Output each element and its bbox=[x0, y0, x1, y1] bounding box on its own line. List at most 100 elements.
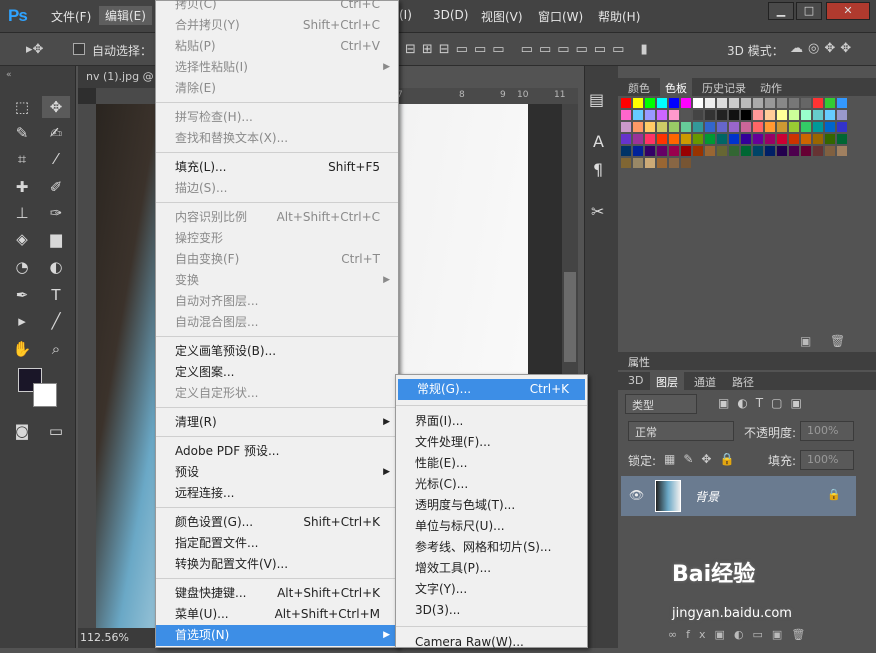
minimize-button[interactable]: ▁ bbox=[768, 2, 794, 20]
color-swatch[interactable] bbox=[753, 134, 763, 144]
eyedropper-icon[interactable]: ⁄ bbox=[42, 148, 70, 170]
edit-menu-item[interactable]: 选择性粘贴(I) ▶ bbox=[156, 57, 398, 78]
color-swatch[interactable] bbox=[705, 110, 715, 120]
layer-row-background[interactable]: 👁 背景 🔒 bbox=[621, 476, 856, 516]
color-swatch[interactable] bbox=[801, 98, 811, 108]
color-swatch[interactable] bbox=[717, 122, 727, 132]
color-swatch[interactable] bbox=[837, 134, 847, 144]
color-swatch[interactable] bbox=[681, 146, 691, 156]
preferences-menu-item[interactable]: 界面(I)... bbox=[396, 411, 587, 432]
color-swatch[interactable] bbox=[741, 146, 751, 156]
layer-footer-icons[interactable]: ∞fx▣◐▭▣🗑 bbox=[668, 628, 814, 641]
preferences-menu-item[interactable]: 3D(3)... bbox=[396, 600, 587, 621]
color-swatch[interactable] bbox=[741, 134, 751, 144]
quick-mask-icon[interactable]: ◙ bbox=[8, 420, 36, 442]
tab-actions[interactable]: 动作 bbox=[760, 80, 782, 96]
eraser-icon[interactable]: ◈ bbox=[8, 228, 36, 250]
layer-filter-dropdown[interactable]: 类型 bbox=[625, 394, 697, 414]
healing-brush-icon[interactable]: ✚ bbox=[8, 176, 36, 198]
history-brush-icon[interactable]: ✑ bbox=[42, 202, 70, 224]
color-swatch[interactable] bbox=[681, 98, 691, 108]
color-swatch[interactable] bbox=[729, 110, 739, 120]
color-swatch[interactable] bbox=[753, 110, 763, 120]
color-swatch[interactable] bbox=[729, 146, 739, 156]
color-swatch[interactable] bbox=[693, 110, 703, 120]
color-swatch[interactable] bbox=[765, 110, 775, 120]
color-swatch[interactable] bbox=[657, 110, 667, 120]
swatch-grid[interactable] bbox=[620, 98, 852, 184]
color-swatch[interactable] bbox=[645, 134, 655, 144]
color-swatch[interactable] bbox=[645, 158, 655, 168]
preferences-menu-item[interactable]: Camera Raw(W)... bbox=[396, 632, 587, 653]
quick-select-icon[interactable]: ✍ bbox=[42, 122, 70, 144]
edit-menu-item[interactable]: 预设 ▶ bbox=[156, 462, 398, 483]
edit-menu-item[interactable]: 清理(R) ▶ bbox=[156, 412, 398, 433]
edit-menu-item[interactable]: 查找和替换文本(X)... bbox=[156, 128, 398, 149]
color-swatch[interactable] bbox=[753, 146, 763, 156]
color-swatch[interactable] bbox=[657, 146, 667, 156]
color-swatch[interactable] bbox=[825, 110, 835, 120]
color-swatch[interactable] bbox=[669, 134, 679, 144]
color-swatch[interactable] bbox=[801, 134, 811, 144]
color-swatch[interactable] bbox=[825, 122, 835, 132]
histogram-panel-icon[interactable]: ▤ bbox=[589, 90, 604, 109]
color-swatch[interactable] bbox=[633, 158, 643, 168]
edit-menu-item[interactable]: 内容识别比例 Alt+Shift+Ctrl+C bbox=[156, 207, 398, 228]
preferences-menu-item[interactable]: 单位与标尺(U)... bbox=[396, 516, 587, 537]
edit-menu-item[interactable]: 拼写检查(H)... bbox=[156, 107, 398, 128]
color-swatch[interactable] bbox=[633, 134, 643, 144]
color-swatch[interactable] bbox=[705, 98, 715, 108]
tool-presets-icon[interactable]: ✂ bbox=[591, 202, 604, 221]
color-swatch[interactable] bbox=[765, 122, 775, 132]
color-swatch[interactable] bbox=[681, 134, 691, 144]
color-swatch[interactable] bbox=[813, 122, 823, 132]
preferences-menu-item[interactable]: 增效工具(P)... bbox=[396, 558, 587, 579]
path-select-icon[interactable]: ▸ bbox=[8, 310, 36, 332]
new-swatch-icon[interactable]: ▣ bbox=[800, 334, 811, 348]
edit-menu-item[interactable]: Adobe PDF 预设... bbox=[156, 441, 398, 462]
close-button[interactable]: ✕ bbox=[826, 2, 870, 20]
menu-edit[interactable]: 编辑(E) bbox=[99, 6, 152, 25]
preferences-menu-item[interactable]: 常规(G)... Ctrl+K bbox=[398, 379, 585, 400]
color-swatch[interactable] bbox=[693, 98, 703, 108]
color-swatch[interactable] bbox=[657, 134, 667, 144]
color-swatch[interactable] bbox=[813, 110, 823, 120]
color-swatch[interactable] bbox=[801, 110, 811, 120]
color-swatch[interactable] bbox=[657, 122, 667, 132]
color-swatch[interactable] bbox=[741, 110, 751, 120]
color-swatch[interactable] bbox=[717, 98, 727, 108]
color-swatch[interactable] bbox=[633, 122, 643, 132]
color-swatch[interactable] bbox=[705, 146, 715, 156]
edit-menu-item[interactable]: 自由变换(F) Ctrl+T bbox=[156, 249, 398, 270]
color-swatch[interactable] bbox=[669, 98, 679, 108]
color-swatch[interactable] bbox=[681, 158, 691, 168]
color-swatch[interactable] bbox=[633, 110, 643, 120]
color-swatch[interactable] bbox=[717, 134, 727, 144]
type-tool-icon[interactable]: T bbox=[42, 284, 70, 306]
edit-menu-item[interactable]: 合并拷贝(Y) Shift+Ctrl+C bbox=[156, 15, 398, 36]
move-tool-icon[interactable]: ✥ bbox=[42, 96, 70, 118]
edit-menu-item[interactable]: 描边(S)... bbox=[156, 178, 398, 199]
color-swatch[interactable] bbox=[789, 134, 799, 144]
color-swatch[interactable] bbox=[693, 122, 703, 132]
color-swatch[interactable] bbox=[717, 110, 727, 120]
preferences-menu-item[interactable]: 参考线、网格和切片(S)... bbox=[396, 537, 587, 558]
color-swatch[interactable] bbox=[645, 146, 655, 156]
color-swatch[interactable] bbox=[789, 110, 799, 120]
collapse-icon[interactable]: « bbox=[6, 70, 12, 80]
color-swatch[interactable] bbox=[753, 98, 763, 108]
color-swatch[interactable] bbox=[777, 134, 787, 144]
3d-mode-icons[interactable]: ☁◎✥✥ bbox=[790, 42, 856, 56]
color-swatch[interactable] bbox=[837, 98, 847, 108]
color-swatch[interactable] bbox=[669, 146, 679, 156]
color-swatch[interactable] bbox=[693, 134, 703, 144]
opacity-field[interactable]: 100% bbox=[800, 421, 854, 441]
color-swatch[interactable] bbox=[765, 134, 775, 144]
document-tab[interactable]: nv (1).jpg @ bbox=[78, 66, 158, 88]
color-swatch[interactable] bbox=[621, 146, 631, 156]
hand-tool-icon[interactable]: ✋ bbox=[8, 338, 36, 360]
scrollbar-thumb[interactable] bbox=[564, 272, 576, 362]
menu-view[interactable]: 视图(V) bbox=[481, 8, 523, 25]
menu-help[interactable]: 帮助(H) bbox=[598, 8, 640, 25]
color-swatch[interactable] bbox=[657, 158, 667, 168]
